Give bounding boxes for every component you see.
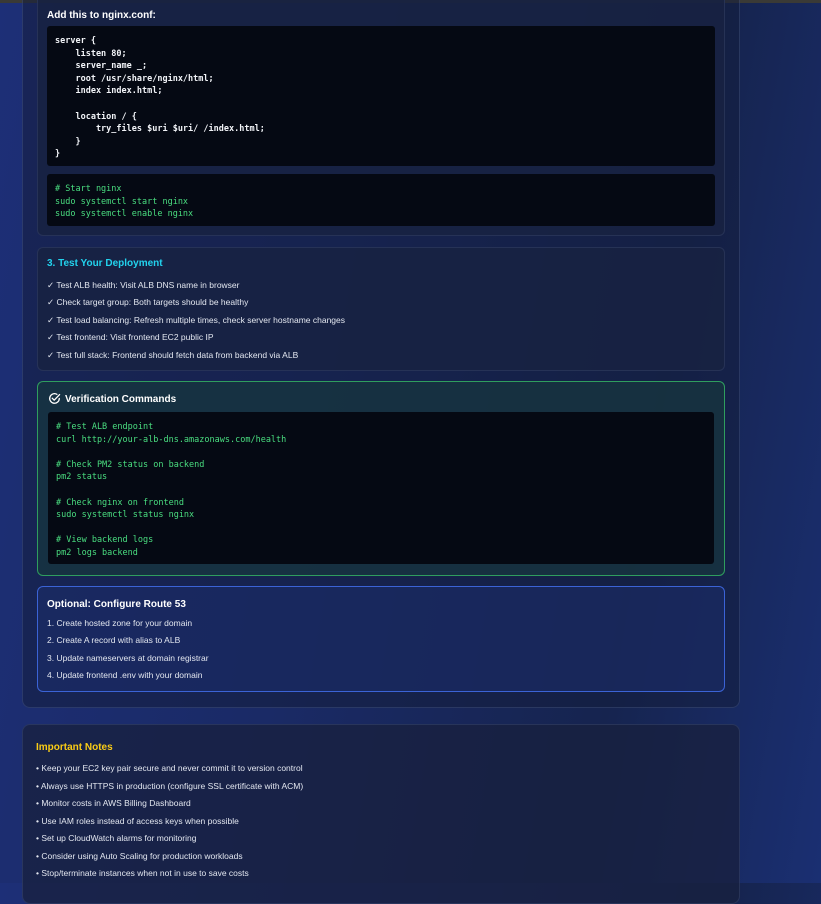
important-notes-title: Important Notes [36,742,113,753]
route53-item: 4. Update frontend .env with your domain [47,670,203,680]
check-circle-icon [49,393,61,404]
note-item: • Keep your EC2 key pair secure and neve… [36,763,303,773]
test-item: ✓ Test ALB health: Visit ALB DNS name in… [47,280,240,290]
test-item: ✓ Test full stack: Frontend should fetch… [47,350,299,360]
test-item: ✓ Test load balancing: Refresh multiple … [47,315,346,325]
note-item: • Consider using Auto Scaling for produc… [36,851,243,861]
route53-item: 2. Create A record with alias to ALB [47,635,181,645]
nginx-config-label: Add this to nginx.conf: [47,10,156,21]
nginx-start-code-block[interactable]: # Start nginx sudo systemctl start nginx… [47,174,715,226]
note-item: • Use IAM roles instead of access keys w… [36,816,239,826]
note-item: • Monitor costs in AWS Billing Dashboard [36,798,191,808]
note-item: • Stop/terminate instances when not in u… [36,868,249,878]
verification-code-block[interactable]: # Test ALB endpoint curl http://your-alb… [48,412,714,564]
test-deployment-title: 3. Test Your Deployment [47,258,163,269]
route53-item: 3. Update nameservers at domain registra… [47,653,209,663]
route53-item: 1. Create hosted zone for your domain [47,618,193,628]
nginx-config-code-block[interactable]: server { listen 80; server_name _; root … [47,26,715,166]
test-item: ✓ Test frontend: Visit frontend EC2 publ… [47,332,214,342]
test-item: ✓ Check target group: Both targets shoul… [47,297,249,307]
note-item: • Set up CloudWatch alarms for monitorin… [36,833,197,843]
verification-title: Verification Commands [65,394,177,405]
route53-title: Optional: Configure Route 53 [47,599,186,610]
note-item: • Always use HTTPS in production (config… [36,781,304,791]
